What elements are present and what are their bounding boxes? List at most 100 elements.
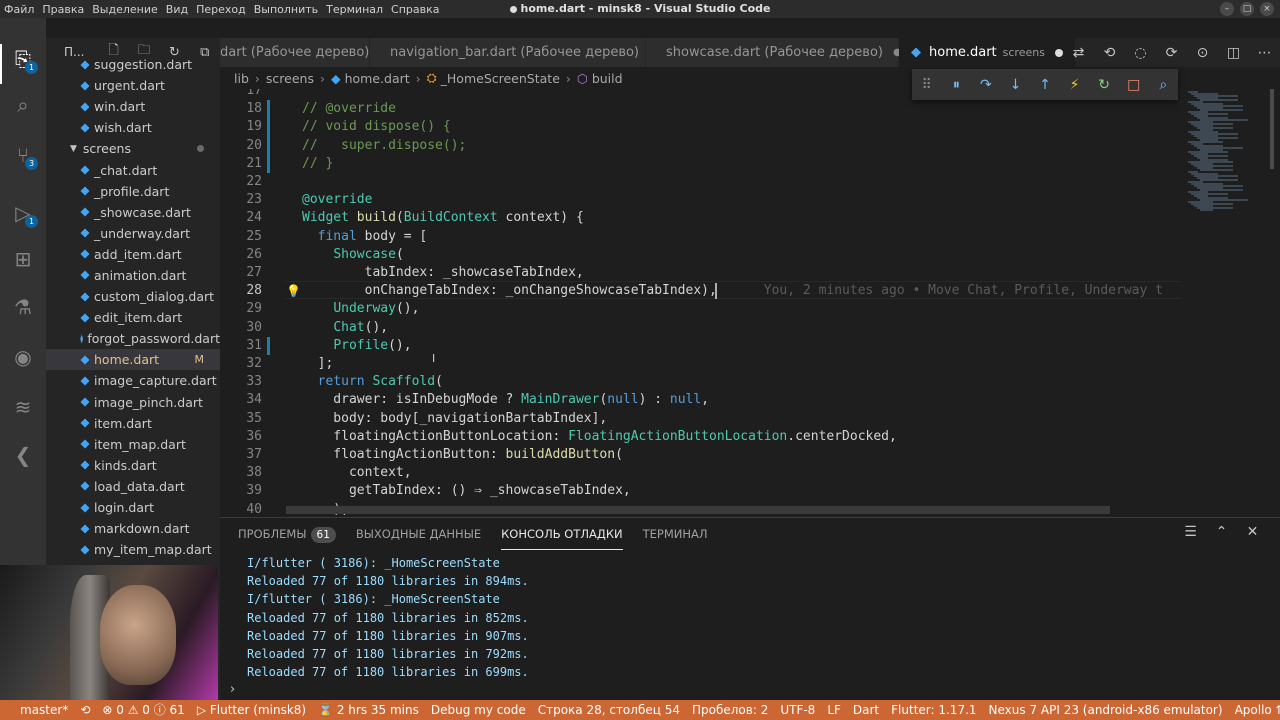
minimap[interactable]: [1180, 89, 1270, 517]
tab-home-dart[interactable]: home.dart screens: [899, 38, 1076, 67]
hot-reload-icon[interactable]: ⚡: [1060, 77, 1090, 93]
testing-icon[interactable]: ⚗: [8, 292, 38, 322]
menu-item[interactable]: Переход: [196, 3, 246, 16]
file-item[interactable]: custom_dialog.dart: [46, 286, 220, 307]
file-item[interactable]: my_item_map.dart: [46, 539, 220, 560]
file-item[interactable]: _underway.dart: [46, 223, 220, 244]
panel-tab[interactable]: ВЫХОДНЫЕ ДАННЫЕ: [356, 518, 481, 550]
compare-changes-icon[interactable]: ⇄: [1063, 45, 1094, 61]
status-sync[interactable]: ⟲: [74, 700, 96, 720]
file-item[interactable]: edit_item.dart: [46, 307, 220, 328]
file-item[interactable]: animation.dart: [46, 265, 220, 286]
step-over-icon[interactable]: ↷: [971, 77, 1001, 93]
status-language[interactable]: Dart: [847, 700, 885, 720]
file-item[interactable]: urgent.dart: [46, 75, 220, 96]
inspect-widget-icon[interactable]: ⌕: [1149, 77, 1179, 93]
file-item[interactable]: wish.dart: [46, 117, 220, 138]
split-editor-icon[interactable]: ◫: [1218, 45, 1249, 61]
breadcrumb-item[interactable]: _HomeScreenState: [441, 71, 560, 86]
vertical-scrollbar[interactable]: [1270, 89, 1280, 517]
previous-change-icon[interactable]: ◌: [1125, 45, 1156, 61]
file-item[interactable]: win.dart: [46, 96, 220, 117]
drag-handle-icon[interactable]: ⠿: [912, 77, 942, 93]
file-item[interactable]: _chat.dart: [46, 159, 220, 180]
file-item[interactable]: kinds.dart: [46, 455, 220, 476]
file-item[interactable]: image_pinch.dart: [46, 392, 220, 413]
lightbulb-icon[interactable]: 💡: [286, 282, 301, 300]
search-icon[interactable]: ⌕: [8, 90, 38, 120]
gitlens-icon[interactable]: ❮: [8, 440, 38, 470]
breadcrumb-item[interactable]: build: [592, 71, 623, 86]
status-spaces[interactable]: Пробелов: 2: [686, 700, 774, 720]
line-number: 24: [246, 210, 262, 226]
status-flutter-run[interactable]: ▷ Flutter (minsk8): [191, 700, 312, 720]
status-position[interactable]: Строка 28, столбец 54: [532, 700, 686, 720]
file-item[interactable]: suggestion.dart: [46, 54, 220, 75]
status-eol[interactable]: LF: [821, 700, 847, 720]
tab-file[interactable]: navigation_bar.dart (Рабочее дерево)●: [370, 38, 658, 67]
menu-item[interactable]: Выполнить: [254, 3, 318, 16]
menu-item[interactable]: Вид: [166, 3, 188, 16]
run-debug-icon[interactable]: ▷ 1: [8, 198, 38, 228]
docker-icon[interactable]: ≋: [8, 392, 38, 422]
menu-item[interactable]: Терминал: [326, 3, 383, 16]
maximize-button[interactable]: □: [1240, 2, 1254, 16]
explorer-icon[interactable]: ⎘ 1: [8, 44, 38, 74]
filter-list-icon[interactable]: ☰: [1175, 524, 1206, 540]
file-item[interactable]: login.dart: [46, 497, 220, 518]
maximize-panel-icon[interactable]: ⌃: [1206, 524, 1237, 540]
git-graph-icon[interactable]: ◉: [8, 342, 38, 372]
more-actions-icon[interactable]: ⋯: [1249, 45, 1280, 61]
code-editor[interactable]: 17 18 // @override 19 // void dispose() {20 /…: [220, 89, 1180, 517]
menu-item[interactable]: Правка: [42, 3, 84, 16]
extensions-icon[interactable]: ⊞: [8, 244, 38, 274]
step-into-icon[interactable]: ↓: [1001, 77, 1031, 93]
next-change-icon[interactable]: ⟳: [1156, 45, 1187, 61]
panel-tab[interactable]: ТЕРМИНАЛ: [643, 518, 708, 550]
panel-tab[interactable]: ПРОБЛЕМЫ 61: [238, 518, 336, 550]
status-flutter-version[interactable]: Flutter: 1.17.1: [885, 700, 982, 720]
tab-file[interactable]: dart (Рабочее дерево)●: [220, 38, 388, 67]
status-device[interactable]: Nexus 7 API 23 (android-x86 emulator): [983, 700, 1229, 720]
tab-file[interactable]: showcase.dart (Рабочее дерево) ●: [646, 38, 902, 67]
source-control-icon[interactable]: ⑂ 3: [8, 140, 38, 170]
menu-item[interactable]: Выделение: [92, 3, 158, 16]
menu-item[interactable]: Файл: [4, 3, 34, 16]
file-item[interactable]: _showcase.dart: [46, 202, 220, 223]
panel-tab[interactable]: КОНСОЛЬ ОТЛАДКИ: [501, 518, 623, 550]
breadcrumb-item[interactable]: screens: [266, 71, 314, 86]
unsaved-dot-icon[interactable]: [1054, 48, 1063, 57]
console-prompt-icon[interactable]: ›: [230, 682, 235, 697]
folder-screens[interactable]: ▼ screens: [46, 138, 220, 159]
status-debug[interactable]: Debug my code: [425, 700, 532, 720]
status-branch[interactable]: master*: [14, 700, 74, 720]
stop-icon[interactable]: □: [1119, 77, 1149, 93]
breadcrumb-item[interactable]: home.dart: [345, 71, 410, 86]
file-item[interactable]: item_map.dart: [46, 434, 220, 455]
file-item[interactable]: load_data.dart: [46, 476, 220, 497]
status-problems[interactable]: ⊗ 0 ⚠ 0 ⓘ 61: [96, 700, 190, 720]
file-item[interactable]: markdown.dart: [46, 518, 220, 539]
menu-item[interactable]: Справка: [391, 3, 439, 16]
go-back-icon[interactable]: ⟲: [1094, 45, 1125, 61]
file-item[interactable]: _profile.dart: [46, 181, 220, 202]
file-item[interactable]: image_capture.dart: [46, 370, 220, 391]
step-out-icon[interactable]: ↑: [1030, 77, 1060, 93]
restart-icon[interactable]: ↻: [1089, 77, 1119, 93]
status-encoding[interactable]: UTF-8: [774, 700, 821, 720]
close-panel-icon[interactable]: ✕: [1237, 524, 1268, 540]
open-changes-icon[interactable]: ⊙: [1187, 45, 1218, 61]
file-item[interactable]: item.dart: [46, 413, 220, 434]
file-item[interactable]: add_item.dart: [46, 244, 220, 265]
minimize-button[interactable]: –: [1220, 2, 1234, 16]
status-apollo[interactable]: Apollo ⇅: [1229, 700, 1280, 720]
close-window-button[interactable]: ×: [1260, 2, 1274, 16]
horizontal-scrollbar[interactable]: [286, 506, 1110, 514]
panel-tab-label: ТЕРМИНАЛ: [642, 527, 708, 541]
file-item[interactable]: forgot_password.dart: [46, 328, 220, 349]
status-time[interactable]: ⌛ 2 hrs 35 mins: [312, 700, 425, 720]
file-label: _profile.dart: [94, 183, 170, 199]
file-item[interactable]: home.dart M: [46, 349, 220, 371]
breadcrumb-item[interactable]: lib: [234, 71, 249, 86]
pause-icon[interactable]: ⏸: [942, 77, 972, 93]
